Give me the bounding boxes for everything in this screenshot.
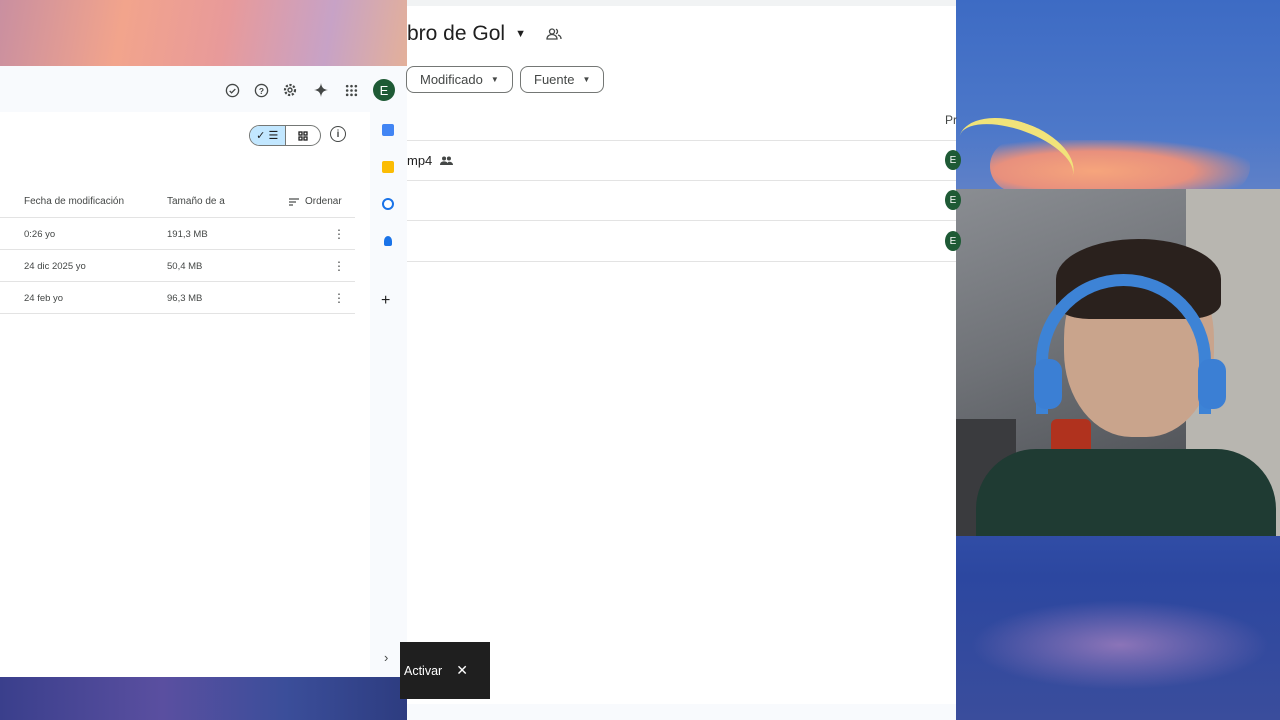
shared-folder-icon: [546, 22, 562, 46]
row-1-size: 191,3 MB: [167, 229, 208, 240]
folder-title-text: bro de Gol: [407, 22, 506, 45]
list-view-button[interactable]: ✓ ☰: [250, 126, 286, 145]
add-icon[interactable]: +: [381, 292, 390, 310]
view-toggle[interactable]: ✓ ☰: [249, 125, 321, 146]
tasks-icon[interactable]: [382, 198, 394, 210]
filter-source-label: Fuente: [534, 72, 575, 87]
owner-avatar: E: [945, 190, 961, 210]
settings-icon[interactable]: [279, 79, 301, 101]
keep-icon[interactable]: [382, 161, 394, 173]
sort-label: Ordenar: [305, 196, 342, 207]
sort-icon: [289, 197, 299, 206]
column-header-size[interactable]: Tamaño de a: [167, 196, 225, 207]
filter-modified-label: Modificado: [420, 72, 483, 87]
side-apps-rail: [370, 112, 407, 677]
window-bottom-edge: [407, 704, 956, 720]
row-2-size: 50,4 MB: [167, 261, 203, 272]
drive-window-center: [407, 0, 956, 720]
chevron-down-icon: ▼: [490, 75, 499, 84]
row-divider: [407, 180, 956, 181]
check-list-icon: ✓ ☰: [256, 130, 279, 142]
row-divider: [0, 313, 355, 314]
row-1-more-icon[interactable]: ⋮: [333, 228, 345, 240]
column-header-modified[interactable]: Fecha de modificación: [24, 196, 124, 207]
row-2-more-icon[interactable]: ⋮: [333, 260, 345, 272]
snackbar-activate-button[interactable]: Activar: [404, 664, 442, 678]
wallpaper-top: [0, 0, 407, 66]
row-2-modified: 24 dic 2025 yo: [24, 261, 86, 272]
expand-rail-icon[interactable]: ›: [384, 650, 388, 665]
row-divider: [0, 249, 355, 250]
snackbar: Activar ✕: [400, 642, 490, 699]
window-top-edge: [407, 0, 956, 6]
apps-grid-icon[interactable]: [340, 79, 362, 101]
shared-icon: [440, 156, 454, 165]
filter-modified[interactable]: Modificado ▼: [406, 66, 513, 93]
row-divider: [407, 140, 956, 141]
row-divider: [407, 220, 956, 221]
chevron-down-icon: ▼: [582, 75, 591, 84]
row-divider: [407, 261, 956, 262]
row-3-size: 96,3 MB: [167, 293, 203, 304]
filter-source[interactable]: Fuente ▼: [520, 66, 604, 93]
wallpaper-glow: [970, 600, 1270, 690]
gemini-spark-icon[interactable]: [310, 79, 332, 101]
row-3-modified: 24 feb yo: [24, 293, 64, 304]
close-icon[interactable]: ✕: [456, 662, 468, 679]
offline-ready-icon[interactable]: [221, 79, 243, 101]
contacts-icon[interactable]: [384, 236, 392, 246]
details-info-icon[interactable]: i: [330, 126, 346, 142]
folder-title-dropdown-icon: ▼: [515, 28, 526, 40]
grid-icon: [298, 130, 308, 141]
file-name: mp4: [407, 153, 433, 168]
webcam-overlay: [956, 189, 1280, 536]
row-3-more-icon[interactable]: ⋮: [333, 292, 345, 304]
row-divider: [0, 281, 355, 282]
column-header-owner[interactable]: Pr: [945, 113, 957, 127]
row-1-modified: 0:26 yo: [24, 229, 56, 240]
owner-avatar: E: [945, 231, 961, 251]
calendar-icon[interactable]: [382, 124, 394, 136]
folder-title[interactable]: bro de Gol ▼: [407, 22, 562, 46]
row-divider: [0, 217, 355, 218]
account-avatar[interactable]: E: [373, 79, 395, 101]
svg-text:?: ?: [258, 85, 263, 95]
help-icon[interactable]: ?: [250, 79, 272, 101]
wallpaper-bottom: [0, 677, 407, 720]
sort-button[interactable]: Ordenar: [289, 196, 342, 207]
owner-avatar: E: [945, 150, 961, 170]
grid-view-button[interactable]: [286, 126, 321, 145]
file-row-1-name[interactable]: mp4: [407, 153, 454, 168]
